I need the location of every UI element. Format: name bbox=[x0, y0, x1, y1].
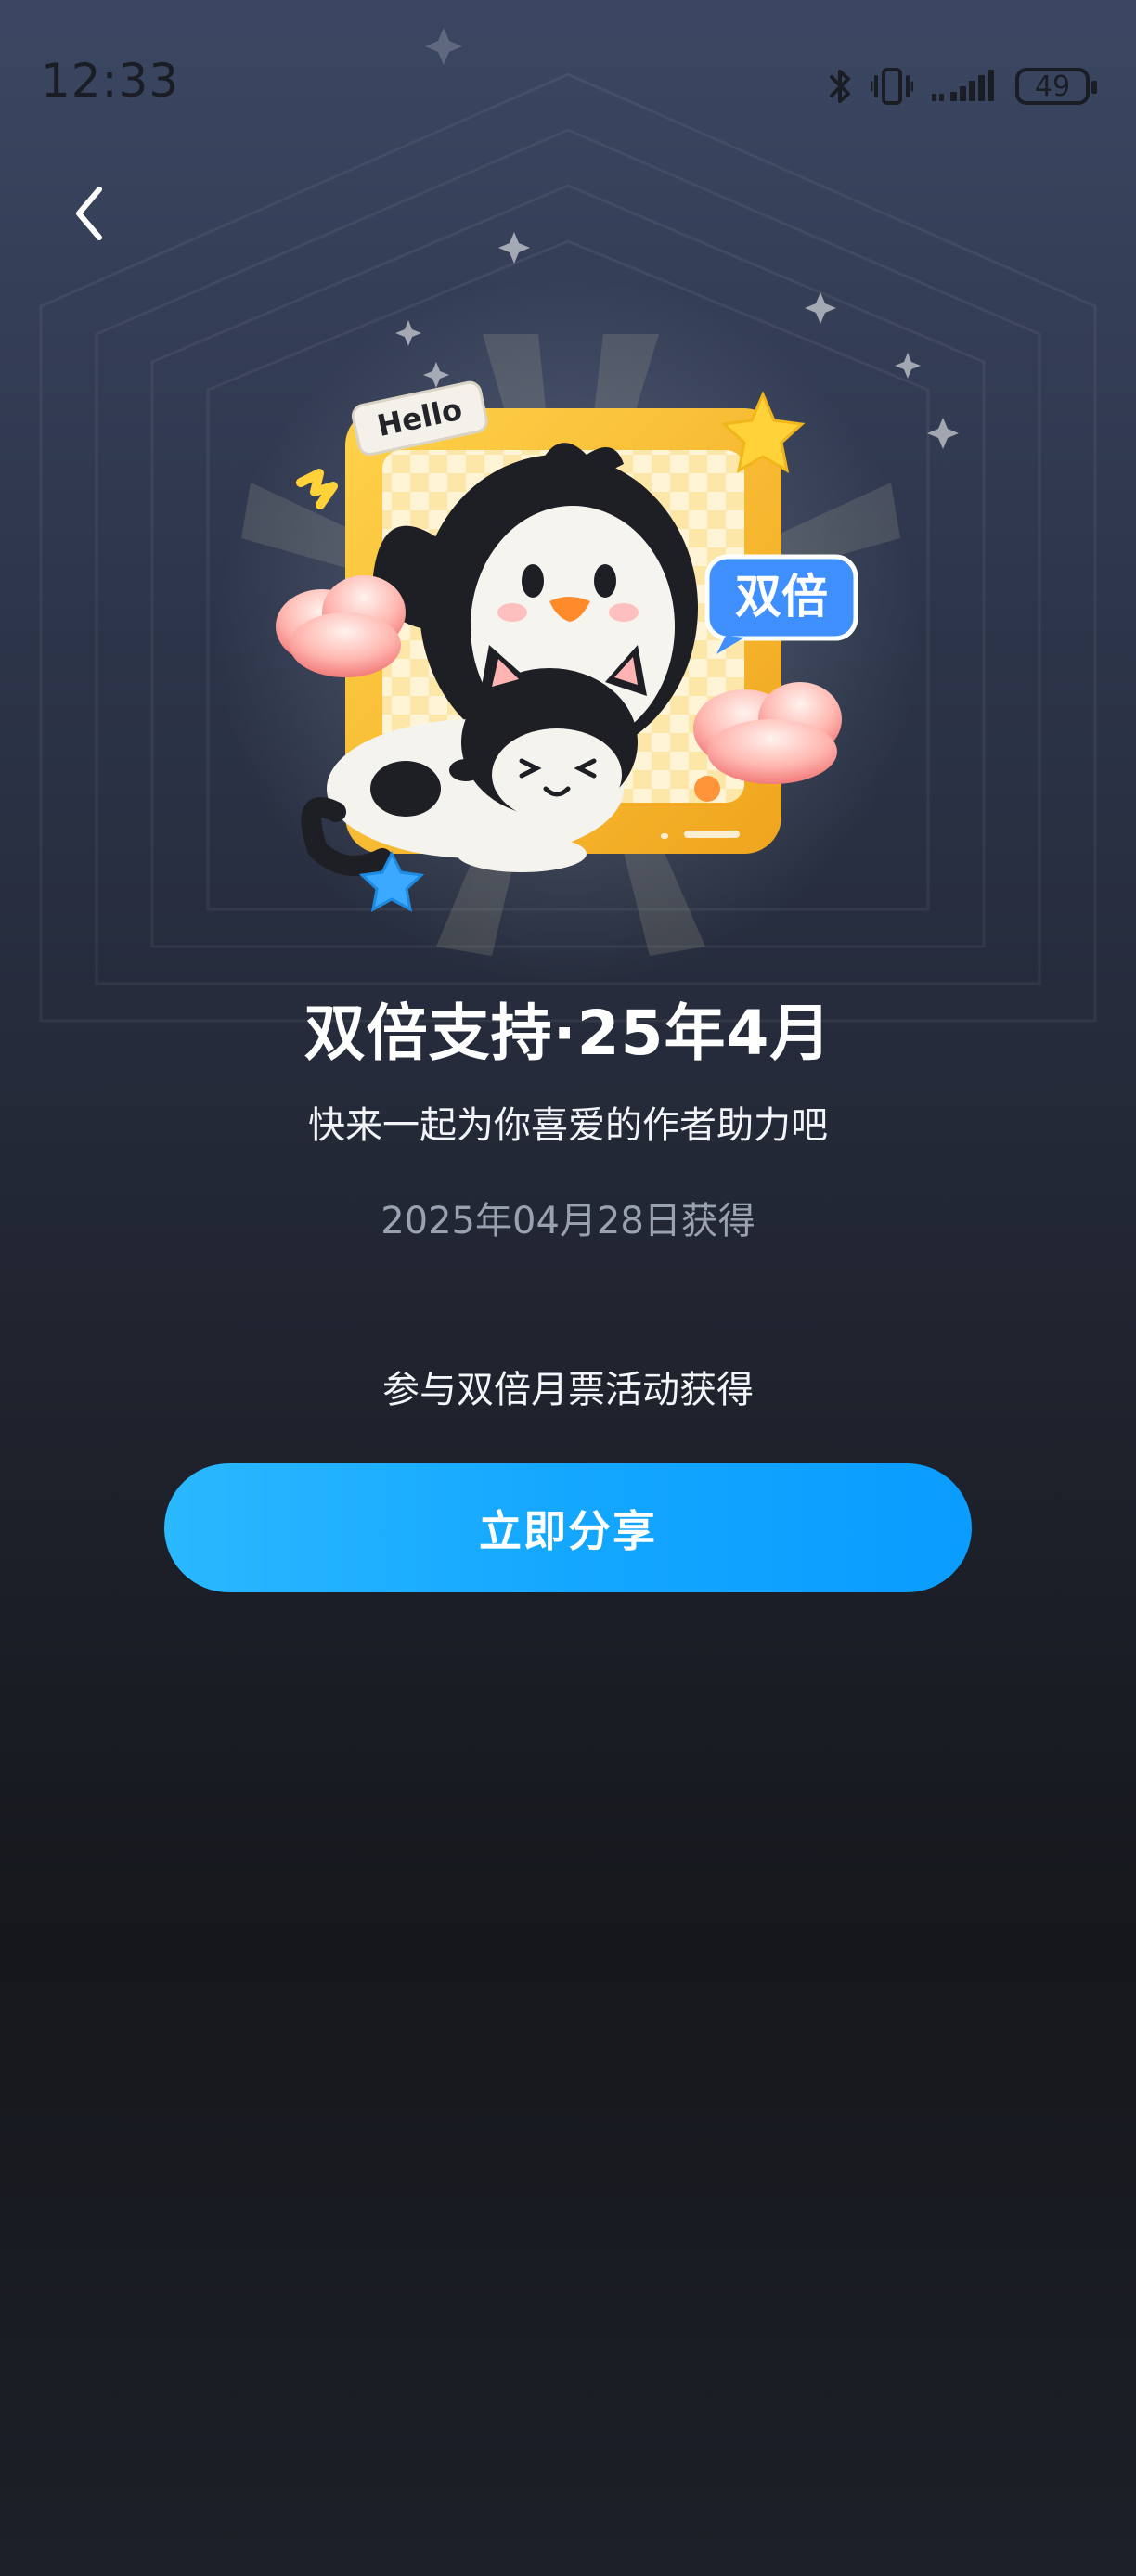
badge-subtitle: 快来一起为你喜爱的作者助力吧 bbox=[308, 1104, 828, 1147]
badge-illustration: Hello 双倍 bbox=[276, 380, 858, 912]
sparkle-icon bbox=[296, 469, 338, 509]
status-icons: 49 bbox=[828, 63, 1097, 109]
status-bar: 12:33 49 bbox=[0, 0, 1136, 167]
battery-icon: 49 bbox=[1015, 68, 1097, 105]
share-button-label: 立即分享 bbox=[479, 1505, 657, 1556]
chevron-left-icon bbox=[76, 187, 102, 240]
bluetooth-icon bbox=[830, 70, 850, 103]
share-button[interactable]: 立即分享 bbox=[164, 1463, 972, 1592]
signal-icon bbox=[932, 70, 994, 101]
badge-date: 2025年04月28日获得 bbox=[381, 1200, 755, 1243]
badge-title: 双倍支持·25年4月 bbox=[303, 998, 833, 1069]
double-tag: 双倍 bbox=[704, 554, 858, 654]
vibrate-icon bbox=[871, 68, 913, 105]
svg-text:双倍: 双倍 bbox=[735, 570, 828, 624]
status-time: 12:33 bbox=[41, 54, 180, 108]
back-button[interactable] bbox=[56, 176, 121, 251]
battery-level: 49 bbox=[1034, 70, 1071, 103]
badge-source: 参与双倍月票活动获得 bbox=[382, 1369, 754, 1411]
cloud-left bbox=[276, 575, 406, 677]
